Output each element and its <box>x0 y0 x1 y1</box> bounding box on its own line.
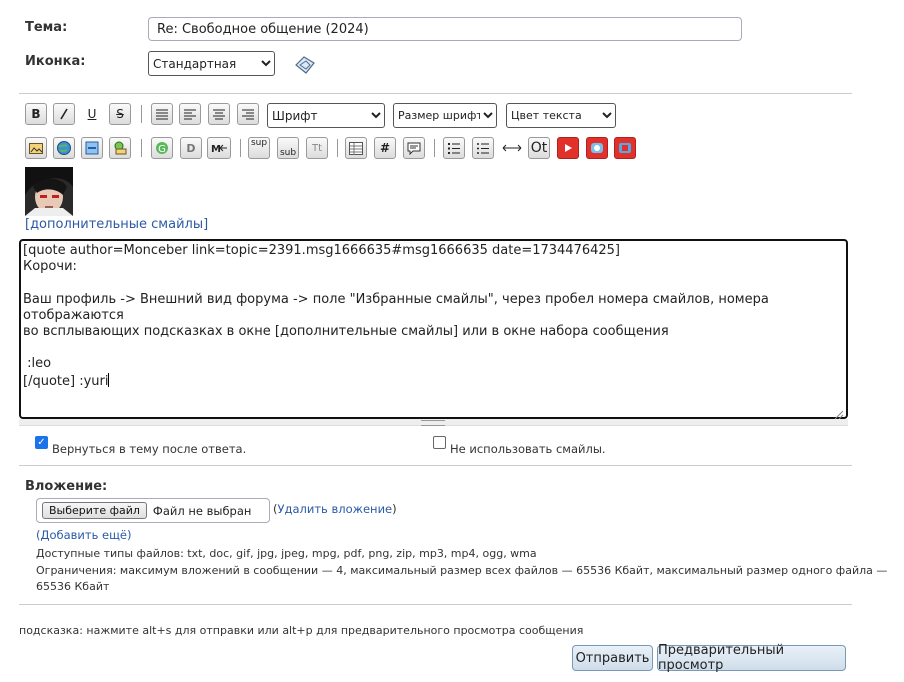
message-line: [/quote] :yuri <box>23 373 109 389</box>
choose-file-button[interactable]: Выберите файл <box>42 502 147 519</box>
mail-icon <box>114 141 127 155</box>
youtube-button[interactable] <box>557 137 579 159</box>
paren: ) <box>392 502 397 516</box>
insert-email-button[interactable] <box>109 137 131 159</box>
font-size-select[interactable]: Размер шрифта <box>393 103 497 128</box>
remove-attachment: (Удалить вложение) <box>273 502 397 516</box>
svg-text:D: D <box>186 142 195 155</box>
subject-label: Тема: <box>25 20 68 35</box>
remove-attachment-link[interactable]: Удалить вложение <box>278 502 393 516</box>
toolbar-separator <box>240 139 241 157</box>
arrows-horizontal-icon <box>502 144 522 152</box>
svg-text:G: G <box>158 144 166 155</box>
move-icon: M <box>211 144 227 154</box>
attachment-limits-line: Ограничения: максимум вложений в сообщен… <box>36 564 888 577</box>
insert-link-button[interactable] <box>53 137 75 159</box>
message-textarea[interactable]: [quote author=Monceber link=topic=2391.m… <box>19 239 848 419</box>
media-icon <box>619 143 631 153</box>
toolbar-separator <box>434 139 435 157</box>
toolbar-separator <box>141 105 142 123</box>
shadow-icon: D <box>186 142 195 155</box>
message-line: [quote author=Monceber link=topic=2391.m… <box>23 243 620 258</box>
message-icon-preview <box>294 55 316 79</box>
message-line: :leo <box>23 356 52 372</box>
divider <box>19 465 852 466</box>
align-justify-button[interactable] <box>151 103 173 125</box>
glow-button[interactable]: G <box>151 137 173 159</box>
return-to-topic-label: Вернуться в тему после ответа. <box>52 442 247 456</box>
subscript-button[interactable]: sub <box>277 137 299 159</box>
numbered-list-button[interactable] <box>472 137 494 159</box>
underline-button[interactable]: U <box>81 103 103 125</box>
move-button[interactable]: M <box>207 137 231 159</box>
globe-icon <box>57 141 71 155</box>
message-line: во всплывающих подсказках в окне [дополн… <box>23 324 669 340</box>
insert-image-button[interactable] <box>25 137 47 159</box>
youtube-play-icon <box>565 144 572 152</box>
no-smileys-checkbox[interactable] <box>433 436 446 449</box>
more-smileys-link[interactable]: [дополнительные смайлы] <box>25 217 208 232</box>
align-left-button[interactable] <box>179 103 201 125</box>
align-right-button[interactable] <box>237 103 259 125</box>
insert-url-button[interactable] <box>81 137 103 159</box>
add-more-attachments-link[interactable]: (Добавить ещё) <box>36 528 132 542</box>
video-button[interactable] <box>586 137 608 159</box>
keyboard-hint: подсказка: нажмите alt+s для отправки ил… <box>19 624 584 637</box>
media-button[interactable] <box>614 137 636 159</box>
text-color-select[interactable]: Цвет текста <box>506 103 616 128</box>
icon-select[interactable]: Стандартная <box>148 51 275 76</box>
quote-icon <box>407 142 421 155</box>
shadow-button[interactable]: D <box>180 137 202 159</box>
superscript-button[interactable]: sup <box>248 137 270 159</box>
horizontal-rule-button[interactable] <box>501 137 523 159</box>
toolbar-separator <box>141 139 142 157</box>
teletype-button[interactable]: Tt <box>306 137 328 159</box>
numbered-list-icon <box>477 142 489 154</box>
divider <box>19 93 852 94</box>
file-input[interactable]: Выберите файл Файл не выбран <box>36 498 270 523</box>
no-smileys-label: Не использовать смайлы. <box>450 442 606 456</box>
link-icon <box>85 141 99 155</box>
preview-button[interactable]: Предварительный просмотр <box>657 643 846 673</box>
textarea-resize-bar[interactable] <box>19 419 848 426</box>
subject-input[interactable] <box>148 17 742 41</box>
bullet-list-icon <box>448 142 460 154</box>
offtopic-button[interactable]: Ot <box>528 137 550 159</box>
divider <box>19 604 852 605</box>
italic-button[interactable] <box>53 103 75 125</box>
no-file-text: Файл не выбран <box>152 503 252 518</box>
bold-button[interactable]: B <box>25 103 47 125</box>
svg-text:M: M <box>211 144 221 154</box>
font-select[interactable]: Шрифт <box>267 103 385 128</box>
insert-table-button[interactable] <box>345 137 367 159</box>
align-center-button[interactable] <box>208 103 230 125</box>
resize-handle-icon <box>421 420 445 426</box>
toolbar-separator <box>337 139 338 157</box>
attachment-label: Вложение: <box>25 479 108 494</box>
bulleted-list-button[interactable] <box>443 137 465 159</box>
message-line: Корочи: <box>23 259 77 275</box>
insert-code-button[interactable]: # <box>374 137 396 159</box>
glow-icon: G <box>156 142 168 155</box>
favorite-smiley-image[interactable] <box>25 167 73 216</box>
allowed-file-types: Доступные типы файлов: txt, doc, gif, jp… <box>36 547 537 560</box>
attachment-limits-line: 65536 Кбайт <box>36 580 110 593</box>
return-to-topic-checkbox[interactable]: ✓ <box>35 436 48 449</box>
insert-quote-button[interactable] <box>403 137 425 159</box>
text-caret <box>108 372 110 387</box>
message-line: Ваш профиль -> Внешний вид форума -> пол… <box>23 291 773 323</box>
table-icon <box>349 141 363 155</box>
strikethrough-button[interactable]: S <box>109 103 131 125</box>
send-button[interactable]: Отправить <box>572 645 653 671</box>
icon-label: Иконка: <box>25 54 86 69</box>
video-icon <box>591 143 603 153</box>
image-icon <box>29 143 43 154</box>
